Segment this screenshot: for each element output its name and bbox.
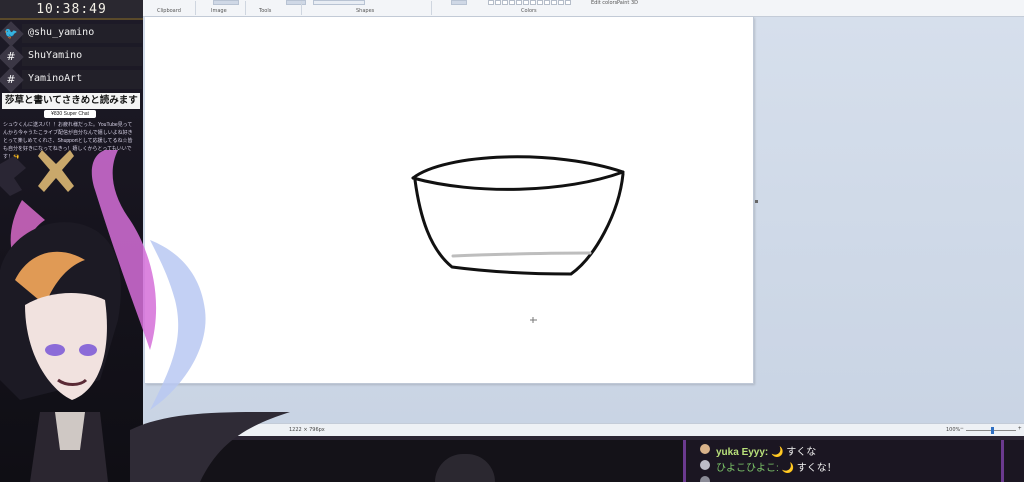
edit-colors-button[interactable]: Edit colors [591, 0, 617, 6]
color-swatch[interactable] [502, 0, 508, 5]
color-swatch[interactable] [544, 0, 550, 5]
color-swatch[interactable] [558, 0, 564, 5]
color-swatch[interactable] [523, 0, 529, 5]
social-hashtag-text: YaminoArt [28, 73, 83, 84]
chat-message: ひよこひよこ: 🌙 すくな！ [716, 459, 837, 474]
bowl-drawing [411, 155, 625, 323]
color-swatch[interactable] [488, 0, 494, 5]
ribbon-group-tools[interactable]: Tools [259, 8, 271, 14]
social-twitter: 🐦 @shu_yamino [0, 21, 143, 47]
screen: Clipboard Image Tools Shapes Colors Edit… [0, 0, 1024, 482]
zoom-level: 100% [946, 427, 961, 433]
hashtag-icon: # [0, 44, 24, 70]
social-handle: @shu_yamino [28, 27, 95, 38]
paint3d-button[interactable]: Paint 3D [617, 0, 638, 6]
chat-username: ひよこひよこ: [716, 463, 779, 474]
chat-box: yuka Eyyy: 🌙 すくな ひよこひよこ: 🌙 すくな！ [684, 440, 1024, 482]
chat-username: yuka Eyyy: [716, 447, 769, 458]
moon-icon: 🌙 [771, 447, 784, 458]
status-bar: 1222 × 796px 100% − + [143, 423, 1024, 436]
cross-logo [38, 150, 74, 192]
zoom-in-button[interactable]: + [1018, 426, 1022, 432]
drawing-canvas[interactable] [145, 17, 754, 384]
ribbon-divider [245, 1, 246, 15]
superchat-title: 莎草と書いてさきめと読みます [2, 93, 140, 109]
decoration-shape [0, 156, 26, 196]
color-swatch[interactable] [509, 0, 515, 5]
shapes-tool[interactable] [286, 0, 306, 5]
chat-avatar [700, 444, 710, 454]
chat-border [683, 440, 686, 482]
hashtag-icon: # [0, 67, 24, 93]
color-swatch[interactable] [495, 0, 501, 5]
ribbon-group-image[interactable]: Image [211, 8, 227, 14]
color-swatch[interactable] [530, 0, 536, 5]
color1-button[interactable] [451, 0, 467, 5]
resize-handle[interactable] [755, 200, 758, 203]
chat-text: すくな！ [796, 463, 837, 474]
stream-overlay-left: 10:38:49 🐦 @shu_yamino # ShuYamino # Yam… [0, 0, 143, 482]
moon-icon: 🌙 [781, 463, 795, 474]
paint-window: Clipboard Image Tools Shapes Colors Edit… [143, 0, 1024, 440]
chat-avatar [700, 476, 710, 482]
select-tool[interactable] [213, 0, 239, 5]
color-swatch[interactable] [537, 0, 543, 5]
chat-border [1001, 440, 1004, 482]
ribbon-toolbar: Clipboard Image Tools Shapes Colors Edit… [143, 0, 1024, 17]
chat-avatar [700, 460, 710, 470]
stream-clock: 10:38:49 [0, 0, 143, 20]
canvas-dimensions: 1222 × 796px [289, 427, 325, 433]
ribbon-group-colors[interactable]: Colors [521, 8, 537, 14]
shapes-gallery[interactable] [313, 0, 365, 5]
superchat-badge: ¥830 Super Chat [44, 110, 96, 118]
ribbon-divider [195, 1, 196, 15]
zoom-slider-thumb[interactable] [991, 427, 994, 434]
color-swatch[interactable] [516, 0, 522, 5]
social-hashtag: # YaminoArt [0, 67, 143, 93]
chat-text: すくな [786, 447, 817, 458]
ribbon-divider [301, 1, 302, 15]
ribbon-divider [431, 1, 432, 15]
ribbon-group-shapes[interactable]: Shapes [356, 8, 374, 14]
canvas-workspace [143, 17, 1024, 423]
color-swatch[interactable] [551, 0, 557, 5]
ribbon-group-clipboard[interactable]: Clipboard [157, 8, 181, 14]
color-swatch[interactable] [565, 0, 571, 5]
social-hashtag: # ShuYamino [0, 44, 143, 70]
zoom-out-button[interactable]: − [960, 426, 964, 432]
twitter-icon: 🐦 [0, 21, 24, 47]
chat-message: yuka Eyyy: 🌙 すくな [716, 443, 817, 458]
social-hashtag-text: ShuYamino [28, 50, 83, 61]
